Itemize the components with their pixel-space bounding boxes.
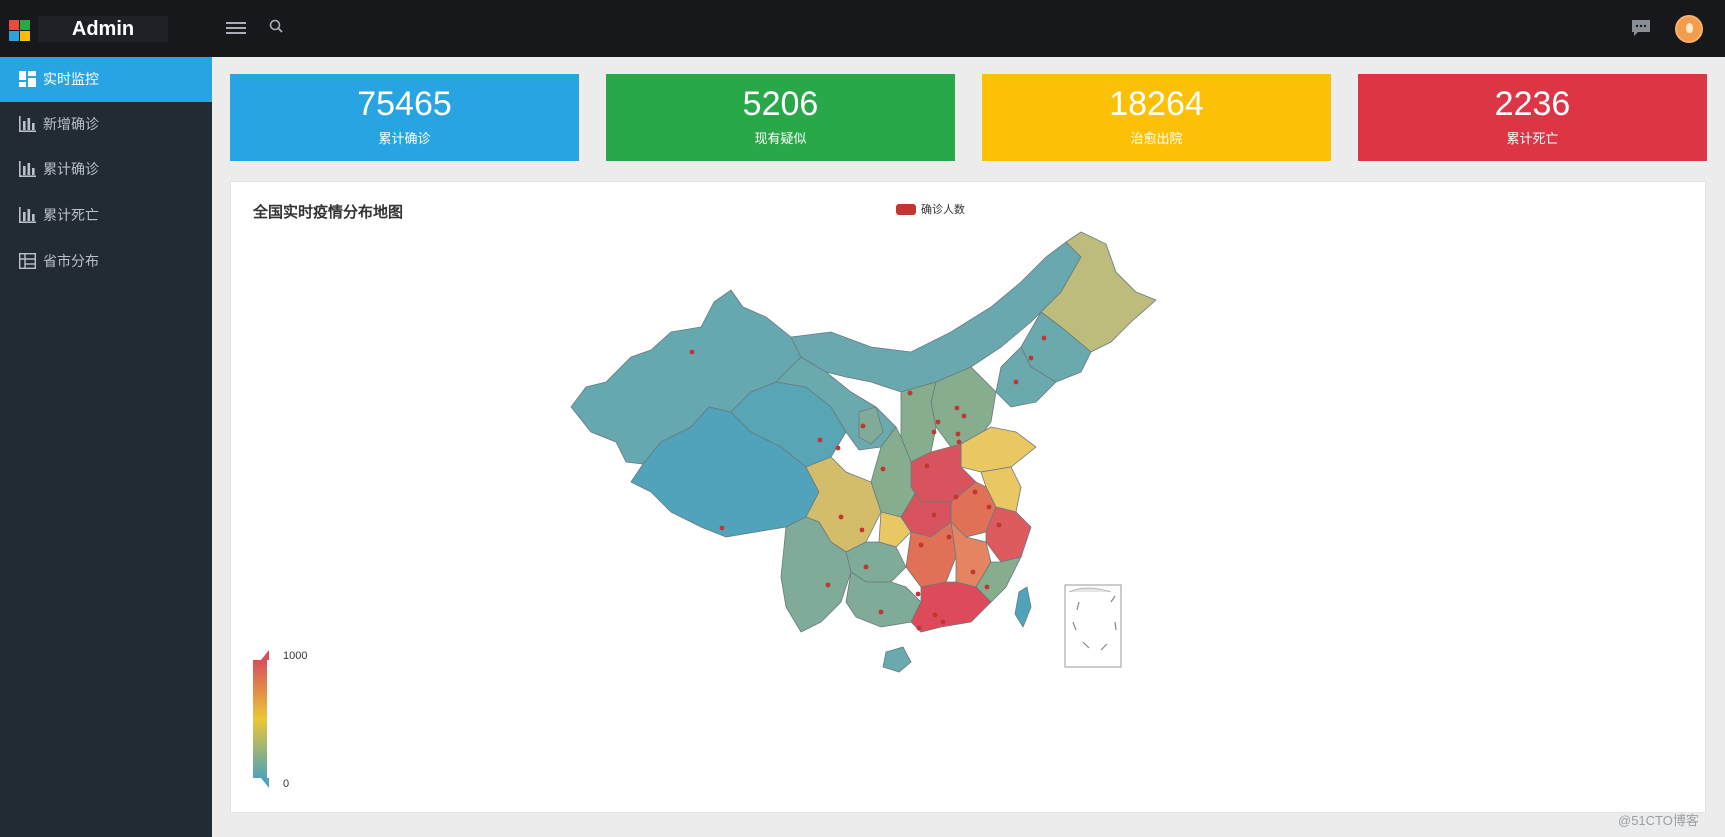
stat-label: 治愈出院 <box>1130 131 1183 146</box>
visual-map-gradient-bar[interactable] <box>253 660 267 778</box>
sidebar: 实时监控 新增确诊 累计确诊 累计死亡 省市分布 <box>0 57 212 837</box>
bar-chart-icon <box>19 207 36 223</box>
stat-value: 2236 <box>1494 85 1571 123</box>
map-panel: 全国实时疫情分布地图 确诊人数 1000 0 <box>230 181 1706 813</box>
sidebar-item-total-deaths[interactable]: 累计死亡 <box>0 193 212 238</box>
sidebar-item-total-confirmed[interactable]: 累计确诊 <box>0 147 212 192</box>
watermark: @51CTO博客 <box>1618 813 1699 828</box>
legend-confirmed[interactable]: 确诊人数 <box>896 201 965 217</box>
logo-icon <box>9 20 30 41</box>
visual-map-max-handle[interactable] <box>261 650 269 660</box>
south-china-sea-inset <box>1064 584 1122 668</box>
visual-map-range[interactable]: 1000 0 <box>253 650 313 790</box>
bar-chart-icon <box>19 116 36 132</box>
menu-icon[interactable] <box>226 19 246 37</box>
brand[interactable]: Admin <box>0 0 212 57</box>
grid-table-icon <box>19 253 36 269</box>
visual-map-min-handle[interactable] <box>261 778 269 788</box>
legend-swatch <box>896 204 916 215</box>
dashboard-icon <box>19 71 36 87</box>
stat-label: 累计死亡 <box>1506 131 1559 146</box>
sidebar-item-label: 实时监控 <box>43 71 99 87</box>
province-taiwan <box>1014 586 1032 628</box>
search-icon[interactable] <box>268 18 286 36</box>
stat-label: 累计确诊 <box>378 131 431 146</box>
stat-card-suspected[interactable]: 5206 现有疑似 <box>606 74 955 161</box>
china-map[interactable] <box>231 182 1707 814</box>
stat-label: 现有疑似 <box>754 131 807 146</box>
stat-value: 75465 <box>357 85 452 123</box>
stat-card-recovered[interactable]: 18264 治愈出院 <box>982 74 1331 161</box>
sidebar-item-new-confirmed[interactable]: 新增确诊 <box>0 102 212 147</box>
legend-label: 确诊人数 <box>921 204 965 216</box>
bar-chart-icon <box>19 161 36 177</box>
sidebar-item-label: 新增确诊 <box>43 116 99 132</box>
top-navbar: Admin <box>0 0 1725 57</box>
message-icon[interactable] <box>1630 18 1652 38</box>
avatar[interactable] <box>1675 15 1703 43</box>
sidebar-item-label: 累计确诊 <box>43 161 99 177</box>
sidebar-item-label: 累计死亡 <box>43 207 99 223</box>
province-hainan <box>882 646 912 673</box>
map-title: 全国实时疫情分布地图 <box>253 204 404 221</box>
stat-value: 18264 <box>1109 85 1204 123</box>
province-guangdong <box>910 581 992 633</box>
stat-value: 5206 <box>742 85 819 123</box>
visual-map-min-label: 0 <box>283 778 290 790</box>
app-title: Admin <box>38 16 168 42</box>
sidebar-item-realtime-monitor[interactable]: 实时监控 <box>0 57 212 102</box>
stat-card-deaths[interactable]: 2236 累计死亡 <box>1358 74 1707 161</box>
province-zhejiang <box>985 506 1032 563</box>
sidebar-item-province-distribution[interactable]: 省市分布 <box>0 239 212 284</box>
sidebar-item-label: 省市分布 <box>43 253 99 269</box>
visual-map-max-label: 1000 <box>283 650 308 662</box>
stat-card-total-confirmed[interactable]: 75465 累计确诊 <box>230 74 579 161</box>
